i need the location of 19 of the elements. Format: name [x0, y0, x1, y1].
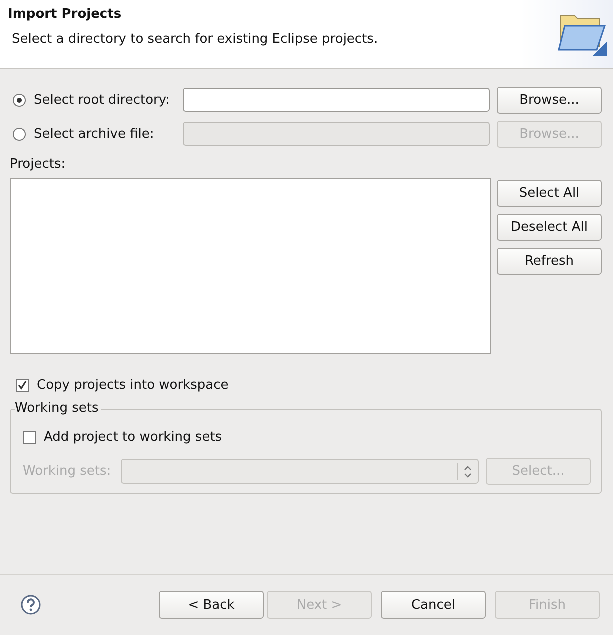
- button[interactable]: Select All: [497, 180, 602, 207]
- combo-label: Working sets:: [23, 464, 112, 479]
- spinner-arrows-icon: [464, 464, 472, 478]
- button[interactable]: Cancel: [381, 591, 486, 619]
- page-title: Import Projects: [8, 7, 123, 22]
- button[interactable]: < Back: [159, 591, 264, 619]
- checkbox[interactable]: Copy projects into workspace: [16, 378, 229, 393]
- projects-label: Projects:: [10, 157, 67, 172]
- button[interactable]: Refresh: [497, 248, 602, 275]
- page-description: Select a directory to search for existing Eclipse projects.: [12, 32, 378, 47]
- projects-list[interactable]: [10, 178, 491, 354]
- checkbox[interactable]: Add project to working sets: [23, 430, 222, 445]
- input-field[interactable]: [183, 88, 490, 112]
- help-icon[interactable]: [21, 595, 41, 615]
- button[interactable]: Browse...: [497, 86, 602, 114]
- group-title: Working sets: [15, 401, 101, 416]
- check-mark-icon: [17, 380, 28, 391]
- radio-button[interactable]: Select root directory:: [10, 92, 183, 108]
- button[interactable]: Deselect All: [497, 214, 602, 241]
